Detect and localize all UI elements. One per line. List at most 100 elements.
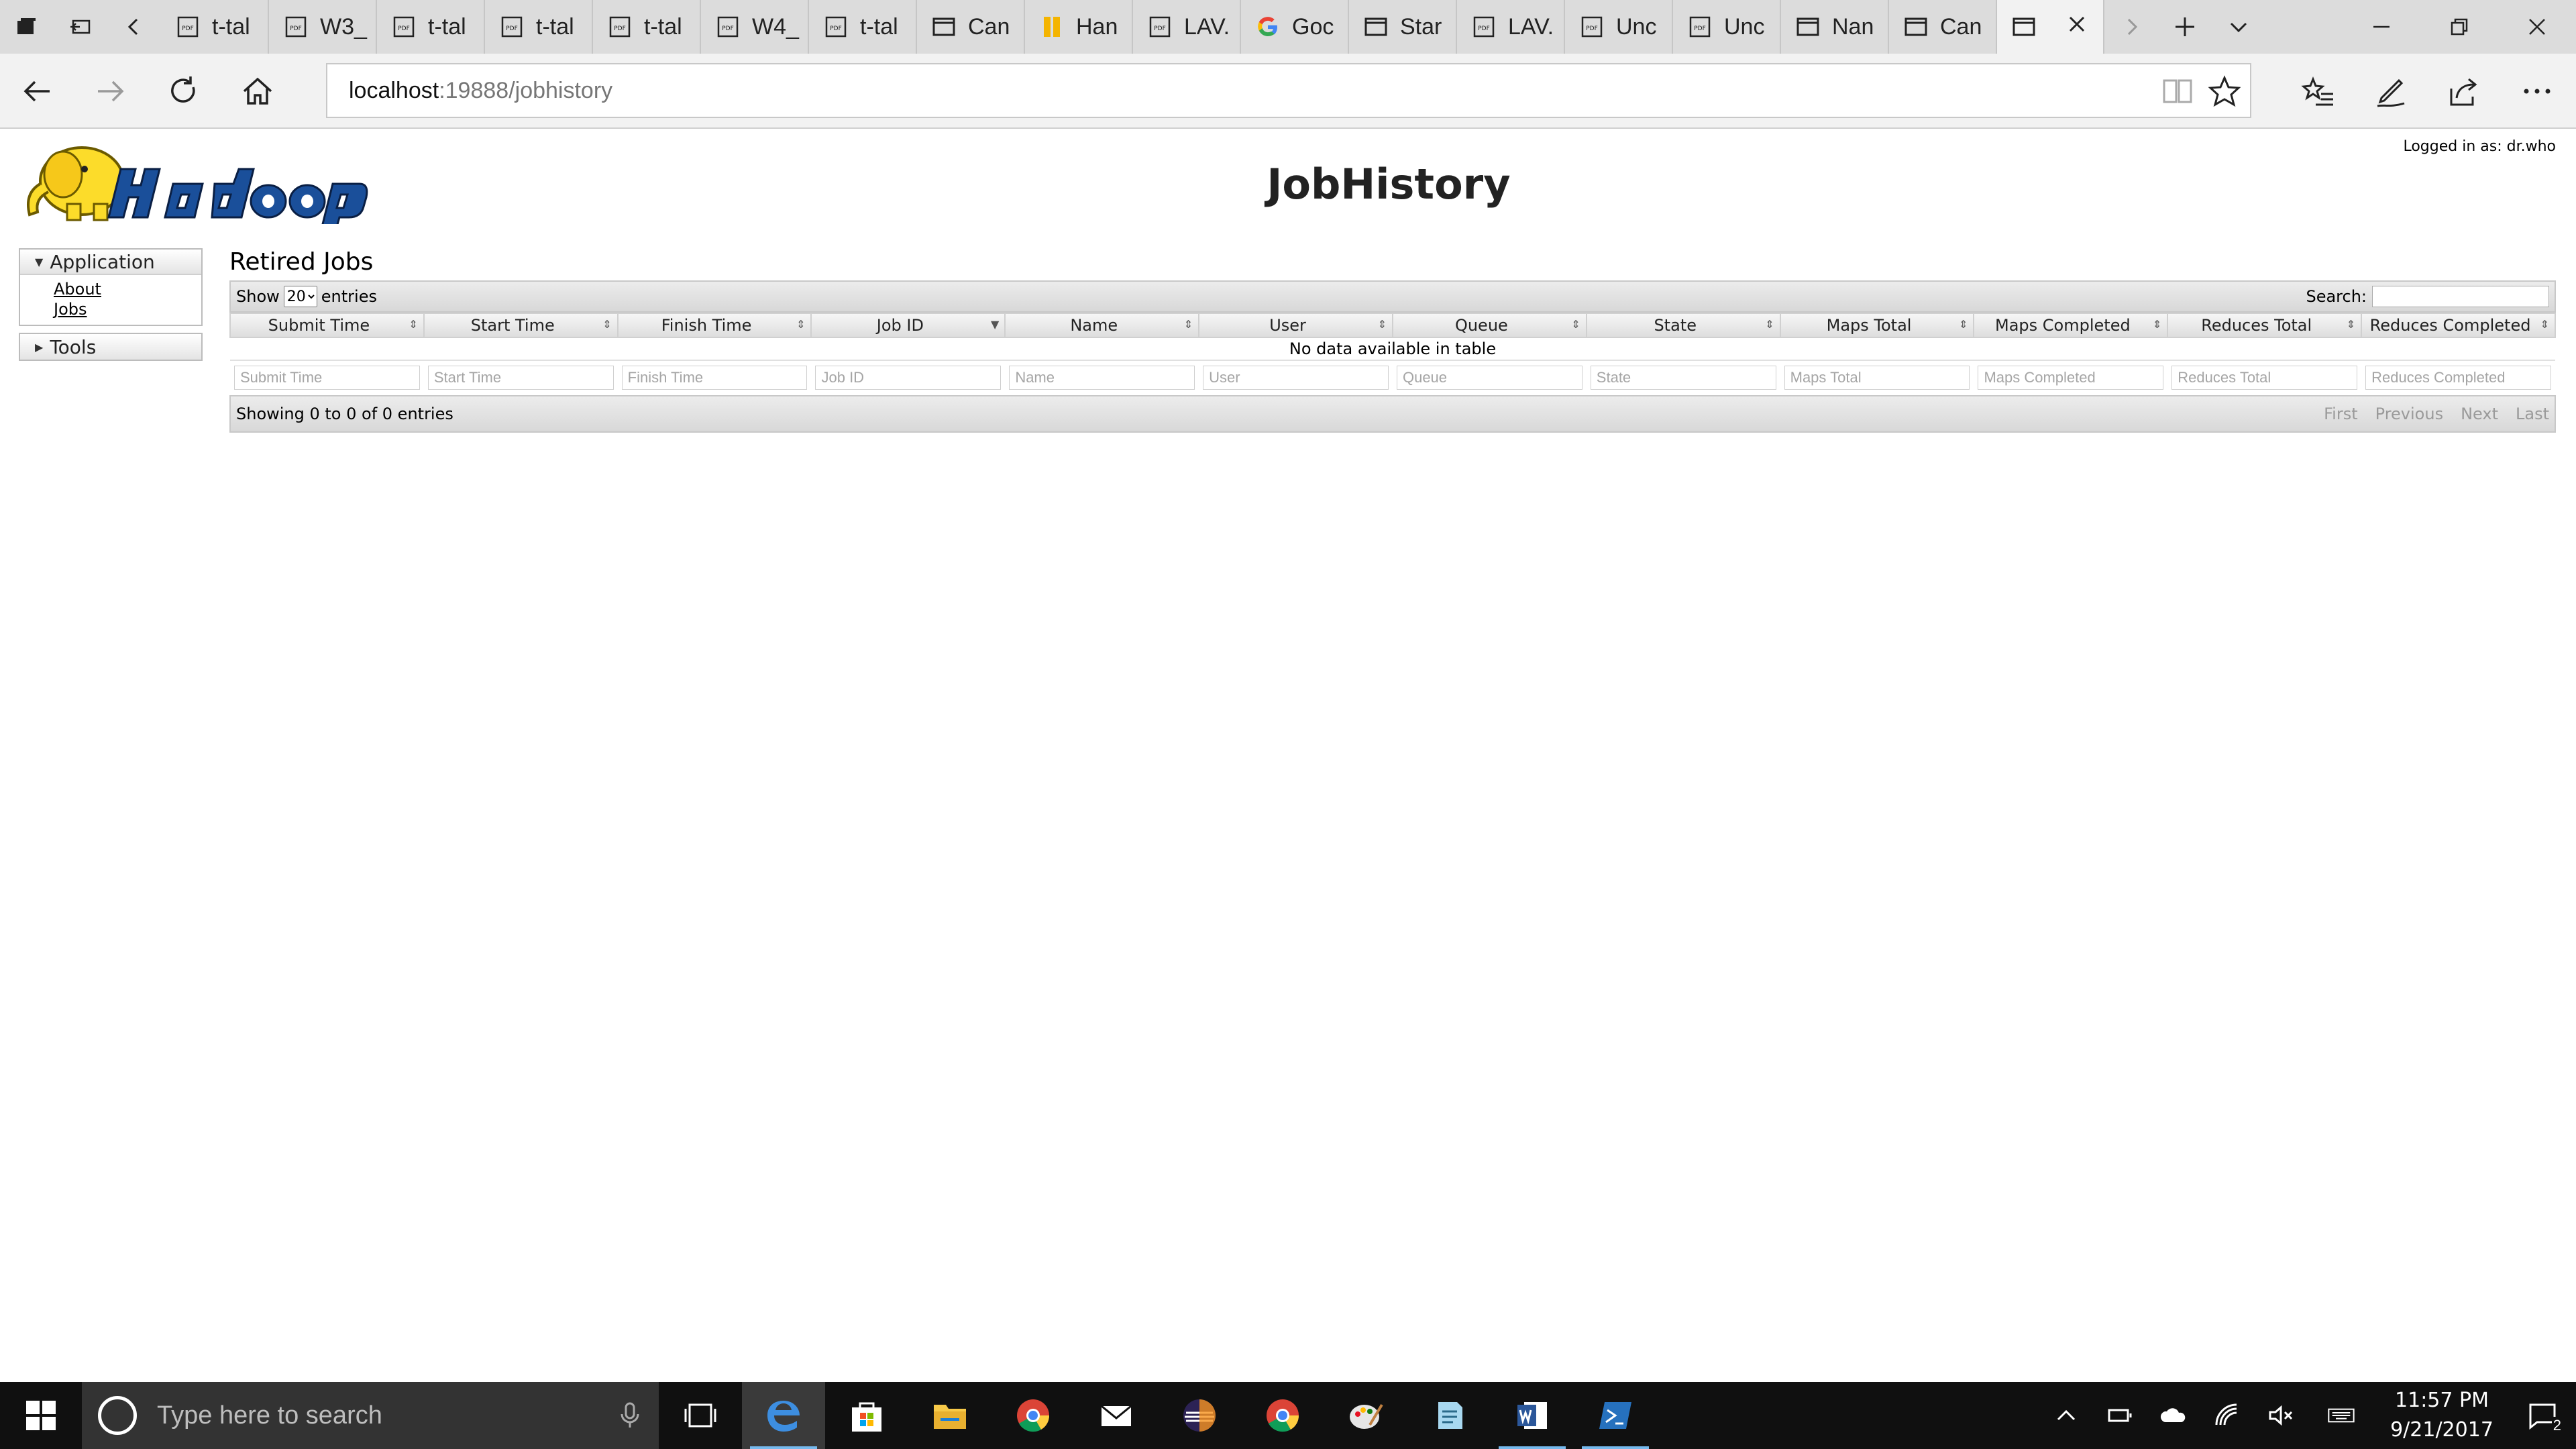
column-filter-input[interactable] xyxy=(1396,365,1582,390)
back-icon[interactable] xyxy=(19,72,56,110)
task-view-icon[interactable] xyxy=(659,1382,742,1449)
forward-icon[interactable] xyxy=(91,72,129,110)
tab-preview-chevron-down-icon[interactable] xyxy=(2212,0,2265,54)
browser-tab[interactable]: Nan xyxy=(1781,0,1889,54)
paint-icon[interactable] xyxy=(1324,1382,1407,1449)
browser-tab[interactable]: PDF W4_ xyxy=(701,0,809,54)
column-header[interactable]: Reduces Completed ⇕ xyxy=(2361,313,2556,338)
tab-manager-icon[interactable] xyxy=(0,0,54,54)
pagination-first[interactable]: First xyxy=(2324,405,2358,423)
browser-tab[interactable]: PDF t-tal xyxy=(485,0,593,54)
browser-tab[interactable]: PDF t-tal xyxy=(593,0,701,54)
wifi-icon[interactable] xyxy=(2200,1382,2254,1449)
nav-toggle-tools[interactable]: ▶ Tools xyxy=(20,334,201,360)
onedrive-icon[interactable] xyxy=(2147,1382,2200,1449)
nav-toggle-application[interactable]: ▼ Application xyxy=(20,250,201,275)
column-header[interactable]: Maps Total ⇕ xyxy=(1779,313,1975,338)
favorite-star-icon[interactable] xyxy=(2206,72,2243,110)
taskbar-search-box[interactable]: Type here to search xyxy=(82,1382,659,1449)
browser-tab[interactable]: PDF t-tal xyxy=(377,0,485,54)
browser-tab[interactable]: Star xyxy=(1349,0,1457,54)
sort-icon: ⇕ xyxy=(1571,318,1580,331)
column-header[interactable]: Start Time ⇕ xyxy=(423,313,619,338)
reading-view-icon[interactable] xyxy=(2159,72,2196,110)
nav-link-jobs[interactable]: Jobs xyxy=(54,299,201,319)
pdf-icon: PDF xyxy=(176,15,200,39)
column-header[interactable]: Reduces Total ⇕ xyxy=(2167,313,2363,338)
entries-per-page-select[interactable]: 20 xyxy=(283,286,317,307)
column-header[interactable]: Queue ⇕ xyxy=(1391,313,1587,338)
touch-keyboard-icon[interactable] xyxy=(2308,1382,2375,1449)
chrome-icon-2[interactable] xyxy=(1241,1382,1324,1449)
eclipse-icon[interactable] xyxy=(1158,1382,1241,1449)
column-header[interactable]: State ⇕ xyxy=(1585,313,1781,338)
browser-tab[interactable]: PDF t-tal xyxy=(161,0,269,54)
browser-tab[interactable]: PDF LAV. xyxy=(1457,0,1565,54)
address-bar[interactable]: localhost:19888/jobhistory xyxy=(326,63,2251,118)
edge-browser-icon[interactable] xyxy=(742,1382,825,1449)
column-filter-input[interactable] xyxy=(1784,365,1970,390)
notepad-icon[interactable] xyxy=(1407,1382,1491,1449)
restore-icon[interactable] xyxy=(2420,0,2498,54)
browser-tab[interactable]: PDF Unc xyxy=(1673,0,1781,54)
scroll-tabs-left-icon[interactable] xyxy=(107,0,161,54)
file-explorer-icon[interactable] xyxy=(908,1382,991,1449)
browser-tab[interactable]: PDF W3_ xyxy=(269,0,377,54)
column-filter-input[interactable] xyxy=(427,365,614,390)
set-tabs-aside-icon[interactable] xyxy=(54,0,107,54)
web-note-pen-icon[interactable] xyxy=(2372,72,2410,110)
browser-tab[interactable]: PDF Unc xyxy=(1565,0,1673,54)
tab-active[interactable] xyxy=(1997,0,2104,54)
pagination-previous[interactable]: Previous xyxy=(2375,405,2443,423)
column-header[interactable]: Job ID ▼ xyxy=(810,313,1006,338)
show-hidden-icons-chevron-up-icon[interactable] xyxy=(2039,1382,2093,1449)
browser-tab[interactable]: Goc xyxy=(1241,0,1349,54)
taskbar-clock[interactable]: 11:57 PM 9/21/2017 xyxy=(2375,1386,2509,1445)
word-icon[interactable] xyxy=(1491,1382,1574,1449)
column-filter-input[interactable] xyxy=(234,365,420,390)
column-filter-input[interactable] xyxy=(1978,365,2164,390)
mail-icon[interactable] xyxy=(1075,1382,1158,1449)
column-filter-input[interactable] xyxy=(1203,365,1389,390)
browser-tab[interactable]: PDF t-tal xyxy=(809,0,917,54)
nav-link-about[interactable]: About xyxy=(54,279,201,299)
microphone-icon[interactable] xyxy=(620,1402,640,1429)
column-header[interactable]: Submit Time ⇕ xyxy=(229,313,425,338)
close-window-icon[interactable] xyxy=(2498,0,2576,54)
start-button[interactable] xyxy=(0,1382,82,1449)
column-header[interactable]: Name ⇕ xyxy=(1004,313,1200,338)
column-filter-input[interactable] xyxy=(815,365,1002,390)
column-filter-input[interactable] xyxy=(1009,365,1195,390)
column-header[interactable]: User ⇕ xyxy=(1198,313,1393,338)
refresh-icon[interactable] xyxy=(165,72,203,110)
action-center-icon[interactable]: 2 xyxy=(2509,1382,2576,1449)
more-options-icon[interactable] xyxy=(2518,72,2556,110)
browser-tab[interactable]: PDF LAV. xyxy=(1133,0,1241,54)
favorites-hub-icon[interactable] xyxy=(2300,72,2337,110)
new-tab-icon[interactable] xyxy=(2158,0,2212,54)
store-icon[interactable] xyxy=(825,1382,908,1449)
volume-muted-icon[interactable] xyxy=(2254,1382,2308,1449)
column-filter-input[interactable] xyxy=(2365,365,2551,390)
chrome-icon[interactable] xyxy=(991,1382,1075,1449)
home-icon[interactable] xyxy=(239,72,276,110)
search-input[interactable] xyxy=(2372,286,2549,307)
pagination-last[interactable]: Last xyxy=(2516,405,2549,423)
column-filter-input[interactable] xyxy=(1590,365,1776,390)
share-icon[interactable] xyxy=(2445,72,2482,110)
hadoop-logo[interactable] xyxy=(20,137,369,224)
battery-icon[interactable] xyxy=(2093,1382,2147,1449)
browser-tab[interactable]: Can xyxy=(917,0,1025,54)
minimize-icon[interactable] xyxy=(2343,0,2420,54)
cortana-icon[interactable] xyxy=(98,1396,137,1435)
powershell-icon[interactable] xyxy=(1574,1382,1657,1449)
column-filter-input[interactable] xyxy=(621,365,808,390)
close-tab-icon[interactable] xyxy=(2067,14,2087,40)
pagination-next[interactable]: Next xyxy=(2461,405,2498,423)
browser-tab[interactable]: Han xyxy=(1025,0,1133,54)
browser-tab[interactable]: Can xyxy=(1889,0,1997,54)
column-header[interactable]: Finish Time ⇕ xyxy=(616,313,812,338)
column-filter-input[interactable] xyxy=(2171,365,2358,390)
scroll-tabs-right-icon[interactable] xyxy=(2104,0,2158,54)
column-header[interactable]: Maps Completed ⇕ xyxy=(1973,313,2169,338)
